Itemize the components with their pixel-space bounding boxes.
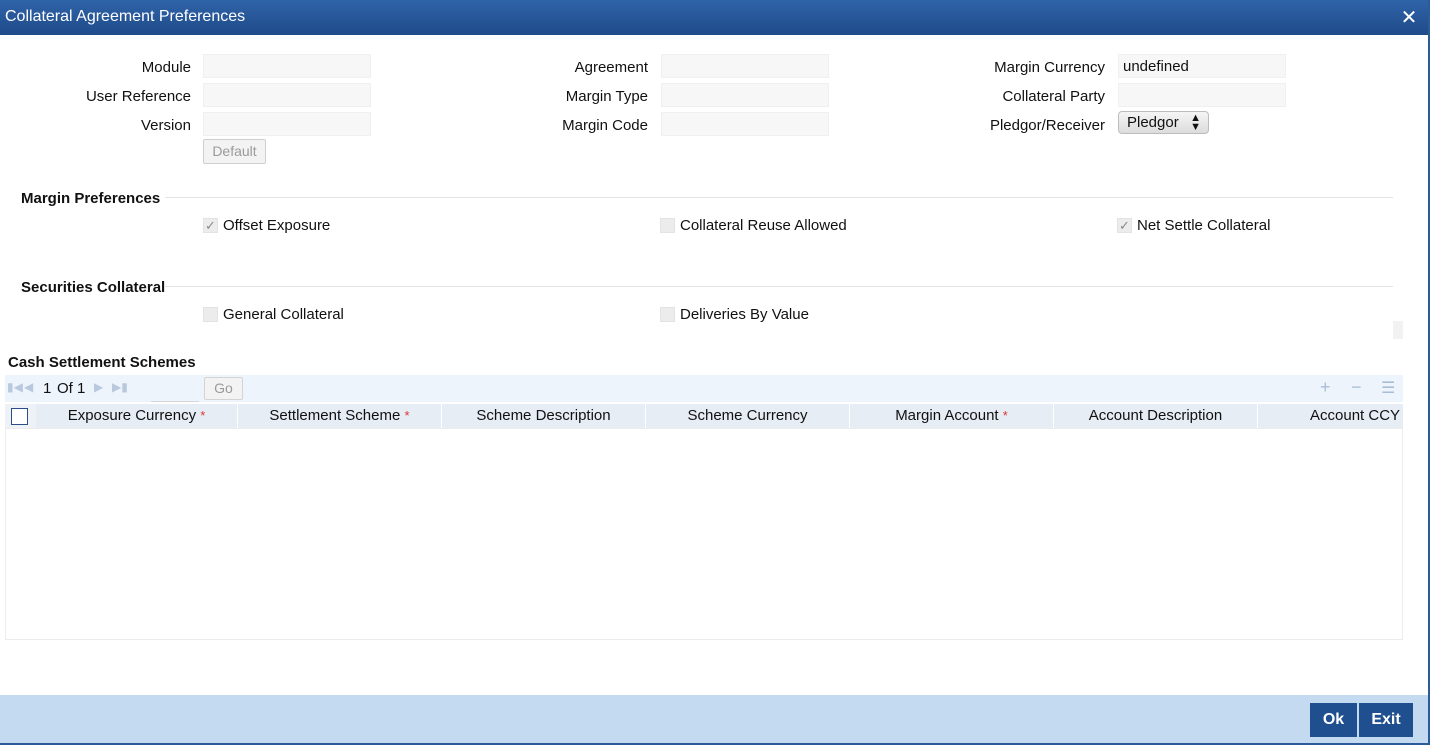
page-number-input[interactable] [151, 378, 199, 402]
general-collateral-checkbox[interactable] [203, 307, 218, 322]
list-view-icon[interactable]: ☰ [1381, 378, 1395, 398]
agreement-label: Agreement [574, 59, 648, 76]
version-field[interactable] [203, 112, 371, 136]
previous-page-icon[interactable]: ◀ [24, 380, 33, 394]
margin-currency-field[interactable] [1118, 54, 1286, 78]
grid-body [5, 428, 1403, 640]
securities-collateral-title: Securities Collateral [21, 279, 166, 296]
last-page-icon[interactable]: ▶▮ [112, 380, 128, 394]
column-label: Account Description [1088, 407, 1223, 424]
collateral-reuse-allowed-label: Collateral Reuse Allowed [680, 217, 847, 234]
first-page-icon[interactable]: ▮◀ [7, 380, 23, 394]
column-header-exposure-currency[interactable]: Exposure Currency * [36, 404, 238, 428]
select-updown-icon: ▲ ▼ [1190, 112, 1201, 133]
pager-total-pages: 1 [77, 380, 86, 397]
offset-exposure-label: Offset Exposure [223, 217, 331, 234]
exit-button[interactable]: Exit [1359, 703, 1413, 737]
margin-type-label: Margin Type [565, 88, 648, 105]
ok-button[interactable]: Ok [1310, 703, 1357, 737]
margin-code-label: Margin Code [562, 117, 648, 134]
required-marker: * [404, 408, 410, 423]
column-header-account-description[interactable]: Account Description [1054, 404, 1258, 428]
grid-header-row: Exposure Currency * Settlement Scheme * … [5, 404, 1403, 428]
go-button[interactable]: Go [204, 377, 243, 400]
title-bar: Collateral Agreement Preferences ✕ [0, 0, 1428, 35]
pledgor-receiver-label: Pledgor/Receiver [989, 117, 1105, 134]
pager-current-page: 1 [43, 380, 52, 397]
margin-preferences-title: Margin Preferences [21, 190, 161, 207]
column-label: Scheme Currency [687, 407, 808, 424]
net-settle-collateral-checkbox[interactable]: ✓ [1117, 218, 1132, 233]
user-reference-field[interactable] [203, 83, 371, 107]
pager-of-label: Of [57, 380, 73, 397]
grid-pager: ▮◀ ◀ 1 Of 1 ▶ ▶▮ Go + − ☰ [5, 375, 1403, 402]
pledgor-receiver-value: Pledgor [1127, 114, 1179, 131]
column-header-scheme-currency[interactable]: Scheme Currency [646, 404, 850, 428]
cash-settlement-schemes-title: Cash Settlement Schemes [8, 354, 196, 371]
required-marker: * [200, 408, 206, 423]
collateral-party-label: Collateral Party [1002, 88, 1105, 105]
column-header-scheme-description[interactable]: Scheme Description [442, 404, 646, 428]
default-button[interactable]: Default [203, 139, 266, 164]
margin-currency-label: Margin Currency [994, 59, 1105, 76]
column-header-account-ccy[interactable]: Account CCY [1258, 404, 1403, 428]
check-icon: ✓ [1119, 218, 1130, 233]
section-divider [165, 286, 1393, 287]
margin-code-field[interactable] [661, 112, 829, 136]
footer-bar: Ok Exit [0, 695, 1428, 743]
delete-row-icon[interactable]: − [1351, 377, 1362, 398]
close-icon[interactable]: ✕ [1398, 5, 1420, 30]
add-row-icon[interactable]: + [1320, 377, 1331, 398]
user-reference-label: User Reference [85, 88, 191, 105]
check-icon: ✓ [205, 218, 216, 233]
module-label: Module [141, 59, 191, 76]
required-marker: * [1002, 408, 1008, 423]
section-divider [165, 197, 1393, 198]
next-page-icon[interactable]: ▶ [94, 380, 103, 394]
column-header-settlement-scheme[interactable]: Settlement Scheme * [238, 404, 442, 428]
margin-type-field[interactable] [661, 83, 829, 107]
column-label: Settlement Scheme [269, 407, 401, 424]
deliveries-by-value-checkbox[interactable] [660, 307, 675, 322]
general-collateral-label: General Collateral [223, 306, 344, 323]
collateral-agreement-preferences-window: Collateral Agreement Preferences ✕ Modul… [0, 0, 1430, 745]
scrollbar-stub[interactable] [1393, 321, 1403, 339]
module-field[interactable] [203, 54, 371, 78]
select-all-checkbox[interactable] [11, 408, 28, 425]
window-title: Collateral Agreement Preferences [5, 8, 246, 25]
deliveries-by-value-label: Deliveries By Value [680, 306, 809, 323]
version-label: Version [140, 117, 191, 134]
column-label: Account CCY [1310, 407, 1401, 424]
agreement-field[interactable] [661, 54, 829, 78]
pledgor-receiver-select[interactable]: Pledgor ▲ ▼ [1118, 111, 1209, 134]
collateral-reuse-allowed-checkbox[interactable] [660, 218, 675, 233]
column-label: Margin Account [895, 407, 999, 424]
collateral-party-field[interactable] [1118, 83, 1286, 107]
net-settle-collateral-label: Net Settle Collateral [1137, 217, 1271, 234]
column-label: Exposure Currency [67, 407, 197, 424]
column-header-margin-account[interactable]: Margin Account * [850, 404, 1054, 428]
column-label: Scheme Description [476, 407, 611, 424]
offset-exposure-checkbox[interactable]: ✓ [203, 218, 218, 233]
